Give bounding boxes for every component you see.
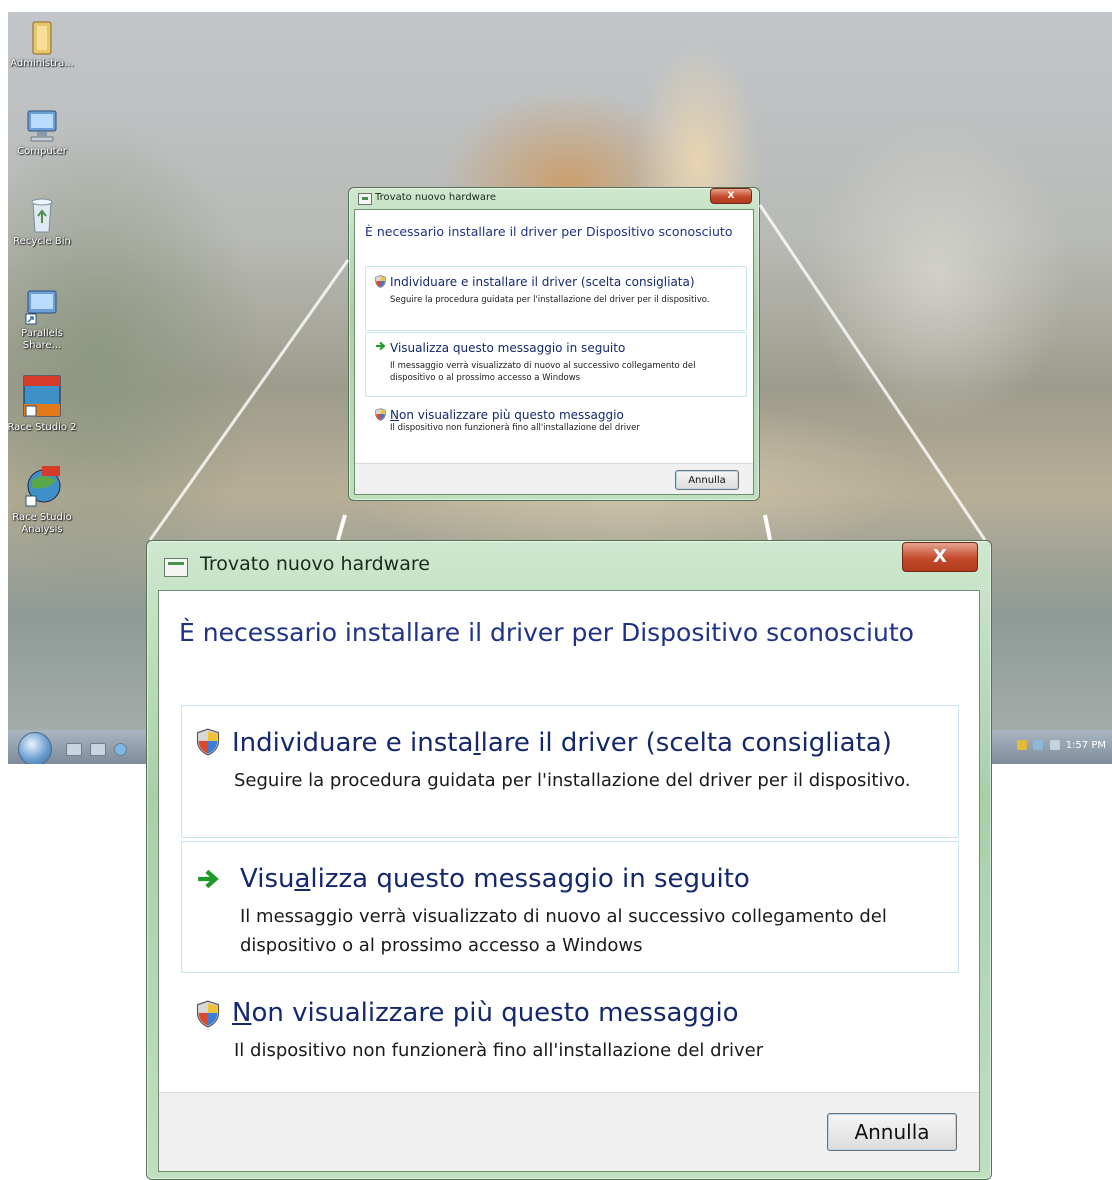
dialog-heading: È necessario installare il driver per Di… <box>179 618 914 647</box>
option-description: Seguire la procedura guidata per l'insta… <box>234 770 911 791</box>
title-bar[interactable]: Trovato nuovo hardware X <box>146 540 992 584</box>
option-title: Individuare e installare il driver (scel… <box>232 728 892 758</box>
green-arrow-icon <box>198 869 219 889</box>
option-description: Il dispositivo non funzionerà fino all'i… <box>234 1040 764 1061</box>
uac-shield-icon <box>196 728 220 756</box>
window-title: Trovato nuovo hardware <box>200 553 430 575</box>
dialog-footer: Annulla <box>159 1092 979 1171</box>
window-app-icon <box>164 558 188 577</box>
option-install-driver[interactable]: Individuare e installare il driver (scel… <box>181 705 959 838</box>
cancel-button[interactable]: Annulla <box>827 1113 957 1151</box>
found-new-hardware-dialog: Trovato nuovo hardware X È necessario in… <box>146 540 992 1180</box>
dialog-content: È necessario installare il driver per Di… <box>158 590 980 1172</box>
option-remind-later[interactable]: Visualizza questo messaggio in seguito I… <box>181 841 959 973</box>
option-description: Il messaggio verrà visualizzato di nuovo… <box>240 906 887 956</box>
close-button[interactable]: X <box>902 542 978 572</box>
option-dont-show-again[interactable]: Non visualizzare più questo messaggio Il… <box>181 975 959 1077</box>
option-title: Non visualizzare più questo messaggio <box>232 998 739 1028</box>
uac-shield-icon <box>196 1000 220 1028</box>
option-title: Visualizza questo messaggio in seguito <box>240 864 750 894</box>
